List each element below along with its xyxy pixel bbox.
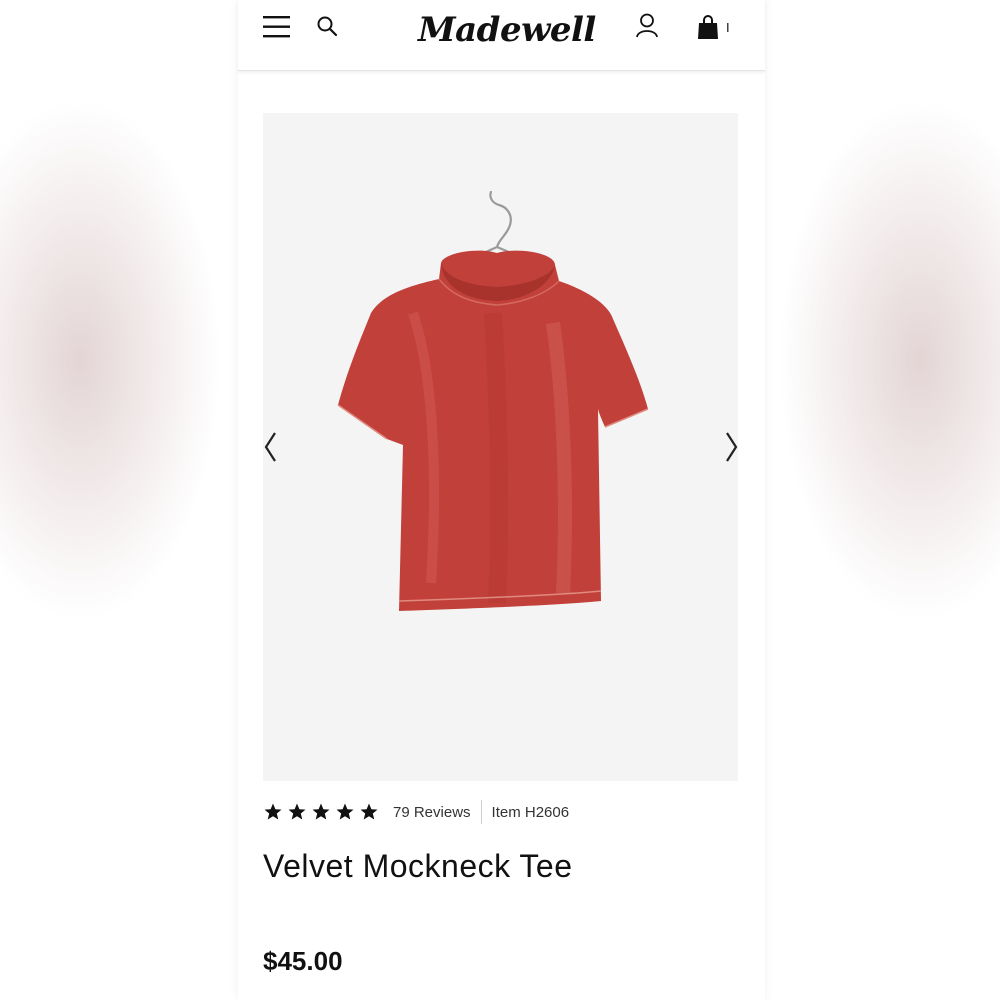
product-meta-row: 79 Reviews Item H2606 [263,798,738,826]
velvet-tee-shape [337,250,649,611]
star-icon [264,803,282,820]
blurred-backdrop-right [760,0,1000,1000]
account-icon [636,13,658,38]
menu-icon [263,16,290,38]
site-header: Madewell I [238,0,765,71]
previous-image-button[interactable] [263,429,283,469]
shopping-bag-button[interactable]: I [696,14,742,42]
bag-count: I [726,20,730,35]
star-icon [288,803,306,820]
product-image [337,190,649,611]
meta-divider [480,800,482,824]
chevron-left-icon [264,432,276,462]
product-price: $45.00 [263,946,343,976]
reviews-link[interactable]: 79 Reviews [393,804,471,821]
mobile-page: Madewell I 79 Reviews Item H2606 Velvet … [238,0,765,1000]
product-title: Velvet Mockneck Tee [263,848,573,884]
next-image-button[interactable] [721,429,738,469]
account-button[interactable] [634,12,660,40]
chevron-right-icon [726,432,738,462]
search-icon [317,16,338,37]
blurred-backdrop-left [0,0,240,1000]
star-rating[interactable] [263,802,379,822]
shopping-bag-icon [698,15,718,39]
item-number: Item H2606 [491,803,570,821]
product-image-gallery[interactable] [263,113,738,781]
star-icon [360,803,378,820]
menu-button[interactable] [262,14,292,40]
star-icon [336,803,354,820]
brand-logo[interactable]: Madewell [418,8,596,52]
star-icon [312,803,330,820]
search-button[interactable] [316,14,340,40]
